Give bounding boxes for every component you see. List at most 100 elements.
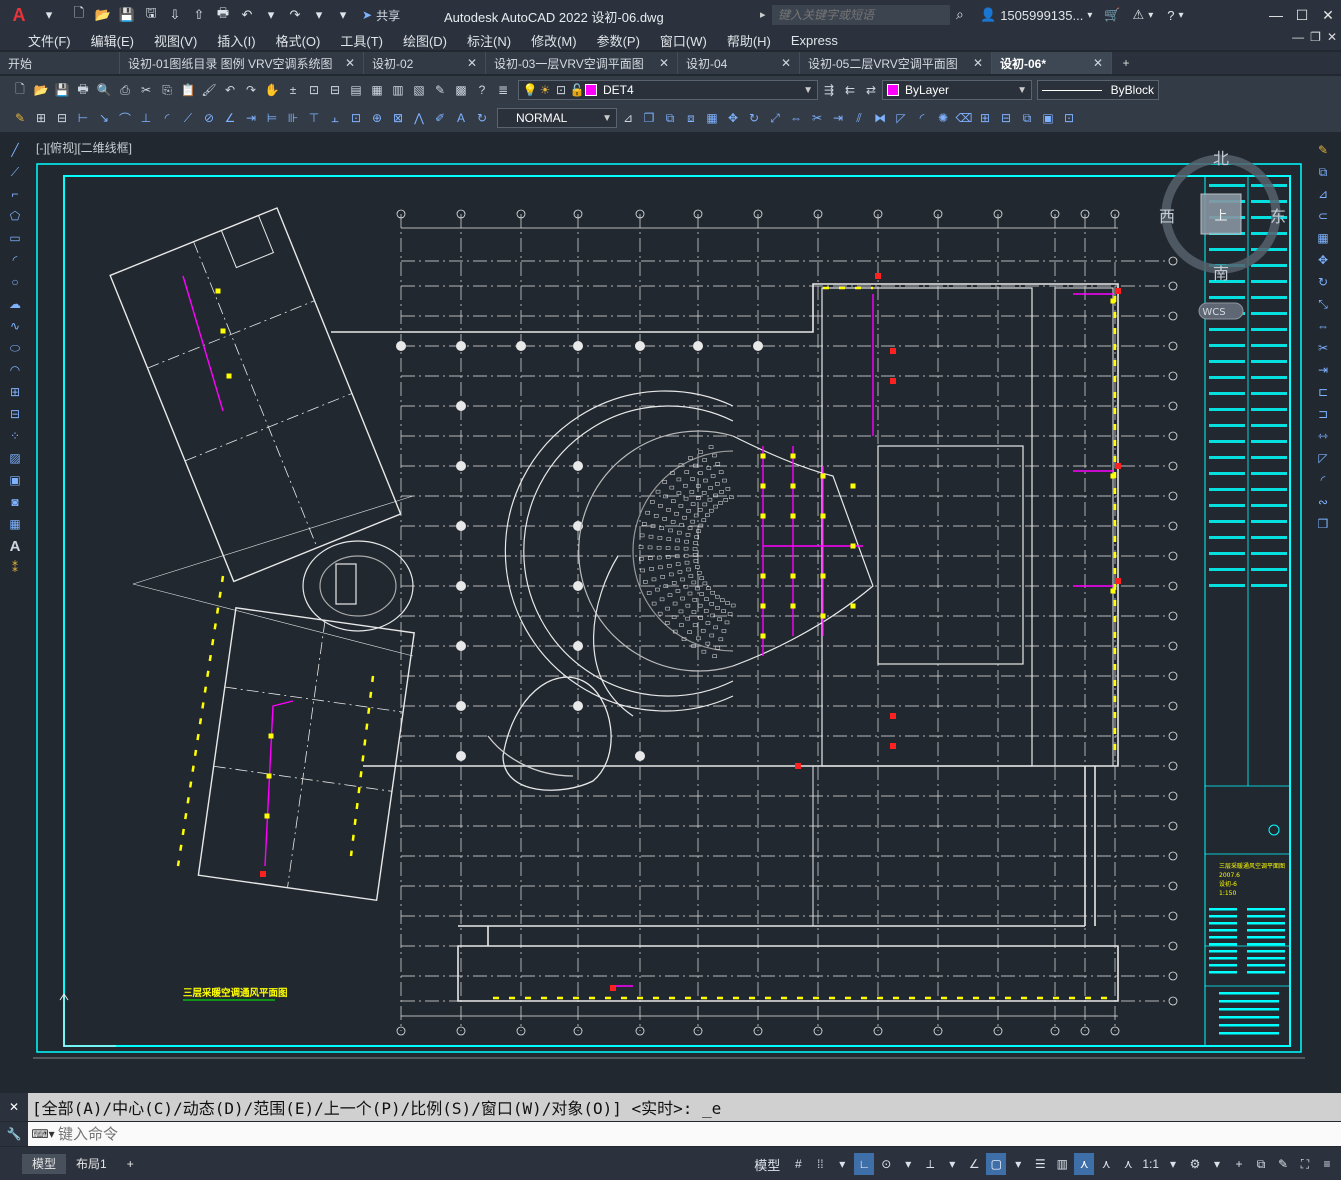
dim-continue-icon[interactable]: ⊪ (283, 107, 303, 129)
spline-icon[interactable]: ∿ (4, 316, 26, 336)
undo-dropdown-icon[interactable]: ▾ (260, 4, 282, 26)
stretch-icon[interactable]: ⇔ (786, 107, 806, 129)
file-tab-2[interactable]: 设初-02 ✕ (364, 52, 486, 74)
erase-icon[interactable]: ⌫ (954, 107, 974, 129)
dim-text-edit-icon[interactable]: A (451, 107, 471, 129)
match-properties-icon[interactable]: 🖌 (199, 79, 219, 101)
move-icon[interactable]: ✥ (723, 107, 743, 129)
dim-edit-icon[interactable]: ✐ (430, 107, 450, 129)
redo-dropdown-icon[interactable]: ▾ (308, 4, 330, 26)
file-tab-5[interactable]: 设初-05二层VRV空调平面图 ✕ (800, 52, 992, 74)
layout-tab-layout1[interactable]: 布局1 (66, 1154, 117, 1174)
new-tab-icon[interactable]: + (1112, 52, 1140, 74)
share-button[interactable]: ➤ 共享 (362, 7, 400, 24)
markup-icon[interactable]: ✎ (430, 79, 450, 101)
plot-icon[interactable]: 🖶 (73, 79, 93, 101)
user-account-button[interactable]: 👤 1505999135... ▾ 🛒 ⚠ ▾ ? ▾ (980, 7, 1184, 23)
dim-linear-icon[interactable]: ⊢ (73, 107, 93, 129)
dim-update-icon[interactable]: ↻ (472, 107, 492, 129)
erase-icon[interactable]: ✎ (1312, 140, 1334, 160)
fillet-icon[interactable]: ◜ (1312, 470, 1334, 490)
line-icon[interactable]: ╱ (4, 140, 26, 160)
polar-tracking-icon[interactable]: ⊙ (876, 1153, 896, 1175)
annotation-scale-value[interactable]: 1:1 (1140, 1153, 1161, 1175)
file-tab-4[interactable]: 设初-04 ✕ (678, 52, 800, 74)
menu-item-3[interactable]: 插入(I) (207, 31, 265, 50)
explode-icon[interactable]: ❒ (1312, 514, 1334, 534)
workspace-gear-icon[interactable]: ⚙ (1185, 1153, 1205, 1175)
help-icon[interactable]: ? (1167, 8, 1174, 23)
xref-icon[interactable]: ⧉ (1017, 107, 1037, 129)
block-insert-icon[interactable]: ⊞ (975, 107, 995, 129)
table-icon[interactable]: ▦ (4, 514, 26, 534)
snap-icon[interactable]: ⁞⁞ (810, 1153, 830, 1175)
search-input[interactable] (772, 5, 950, 25)
save-as-icon[interactable]: 🖫 (140, 4, 162, 26)
trim-icon[interactable]: ✂ (1312, 338, 1334, 358)
move-icon[interactable]: ✥ (1312, 250, 1334, 270)
tool-palettes-icon[interactable]: ▥ (388, 79, 408, 101)
app-dropdown-icon[interactable]: ▾ (1148, 10, 1153, 21)
menu-item-2[interactable]: 视图(V) (144, 31, 207, 50)
menu-item-5[interactable]: 工具(T) (330, 31, 393, 50)
clean-screen-icon[interactable]: ⛶ (1295, 1153, 1315, 1175)
save-icon[interactable]: 💾 (52, 79, 72, 101)
model-space-button[interactable]: 模型 (748, 1153, 786, 1175)
customization-icon[interactable]: ≡ (1317, 1153, 1337, 1175)
layer-dropdown[interactable]: 💡 ☀ ⊡ 🔓 DET4 ▼ (518, 80, 818, 100)
polyline-icon[interactable]: ⌐ (4, 184, 26, 204)
paste-icon[interactable]: 📋 (178, 79, 198, 101)
extend-icon[interactable]: ⇥ (1312, 360, 1334, 380)
add-selected-icon[interactable]: ⁑ (4, 558, 26, 578)
file-tab-3[interactable]: 设初-03一层VRV空调平面图 ✕ (486, 52, 678, 74)
zoom-window-icon[interactable]: ⊡ (304, 79, 324, 101)
lineweight-icon[interactable]: ☰ (1030, 1153, 1050, 1175)
fillet-icon[interactable]: ◜ (912, 107, 932, 129)
layer-tool-icon[interactable]: ⊞ (31, 107, 51, 129)
copy-icon[interactable]: ⎘ (157, 79, 177, 101)
menu-item-6[interactable]: 绘图(D) (393, 31, 457, 50)
menu-item-1[interactable]: 编辑(E) (81, 31, 144, 50)
cart-icon[interactable]: 🛒 (1104, 7, 1120, 23)
tab-close-icon[interactable]: ✕ (1093, 56, 1103, 70)
break-icon[interactable]: ⊐ (1312, 404, 1334, 424)
publish-icon[interactable]: ⎙ (115, 79, 135, 101)
menu-item-9[interactable]: 参数(P) (587, 31, 650, 50)
close-icon[interactable]: ✕ (1315, 0, 1341, 30)
menu-item-4[interactable]: 格式(O) (266, 31, 331, 50)
drawing-canvas[interactable]: 三层采暖通风空调平面图 2007.6 设初-6 1:150 三层采暖空调通风平面… (33, 136, 1305, 1088)
app-menu-dropdown-icon[interactable]: ▾ (38, 4, 60, 26)
pan-icon[interactable]: ✋ (262, 79, 282, 101)
workspace-dropdown-icon[interactable]: ▾ (1207, 1153, 1227, 1175)
region-icon[interactable]: ◙ (4, 492, 26, 512)
autodesk-app-icon[interactable]: ⚠ (1133, 7, 1145, 23)
break-icon[interactable]: ⫽ (849, 107, 869, 129)
compass-south-label[interactable]: 南 (1213, 264, 1229, 283)
dim-diameter-icon[interactable]: ⊘ (199, 107, 219, 129)
help-dropdown-icon[interactable]: ▾ (1178, 10, 1183, 21)
tab-close-icon[interactable]: ✕ (781, 56, 791, 70)
transparency-icon[interactable]: ▥ (1052, 1153, 1072, 1175)
block-create-icon[interactable]: ⊟ (996, 107, 1016, 129)
copy-object-icon[interactable]: ❐ (639, 107, 659, 129)
auto-scale-icon[interactable]: ⋏ (1096, 1153, 1116, 1175)
make-block-icon[interactable]: ⊟ (4, 404, 26, 424)
copy-icon[interactable]: ⧉ (1312, 162, 1334, 182)
chamfer-icon[interactable]: ◸ (891, 107, 911, 129)
linetype-dropdown[interactable]: ByBlock (1037, 80, 1159, 100)
revision-cloud-icon[interactable]: ☁ (4, 294, 26, 314)
tolerance-icon[interactable]: ⊡ (346, 107, 366, 129)
quick-dim-icon[interactable]: ⇥ (241, 107, 261, 129)
dim-aligned-icon[interactable]: ↘ (94, 107, 114, 129)
object-snap-tracking-icon[interactable]: ∠ (964, 1153, 984, 1175)
plot-preview-icon[interactable]: 🔍 (94, 79, 114, 101)
add-layout-icon[interactable]: + (117, 1154, 144, 1174)
scale-icon[interactable]: ⤢ (765, 107, 785, 129)
layer-isolate-icon[interactable]: ⊟ (52, 107, 72, 129)
mirror-icon[interactable]: ⊿ (1312, 184, 1334, 204)
dim-radius-icon[interactable]: ◜ (157, 107, 177, 129)
plus-icon[interactable]: + (1229, 1153, 1249, 1175)
edit-icon[interactable]: ✎ (10, 107, 30, 129)
mirror-icon[interactable]: ⧉ (660, 107, 680, 129)
new-icon[interactable]: 🗋 (10, 79, 30, 101)
